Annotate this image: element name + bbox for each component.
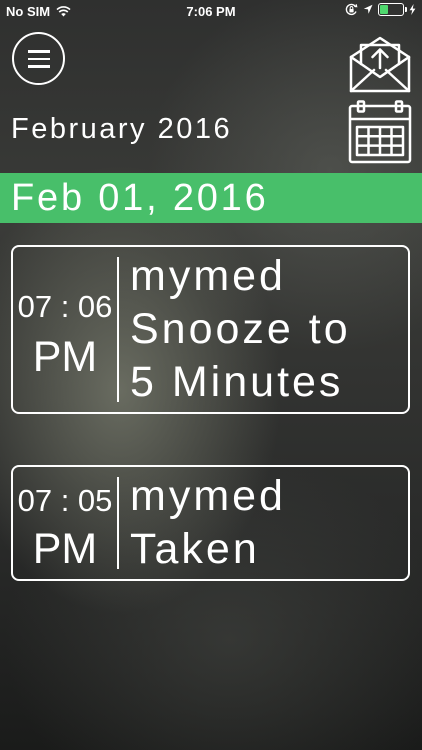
entry-medication-name: mymed	[130, 252, 286, 300]
entry-time: 07 : 06	[17, 289, 113, 324]
envelope-upload-icon[interactable]	[348, 30, 412, 94]
entry-status-line: Snooze to	[130, 305, 351, 353]
entry-divider	[117, 257, 119, 402]
entry-ampm: PM	[32, 333, 98, 381]
log-entry[interactable]: 07 : 05 PM mymed Taken	[11, 465, 410, 581]
charging-bolt-icon	[409, 4, 416, 15]
status-right	[345, 3, 416, 16]
entry-status-line: Taken	[130, 525, 260, 573]
menu-button[interactable]	[12, 32, 65, 85]
month-title: February 2016	[11, 113, 233, 145]
battery-level-fill	[380, 5, 388, 14]
entry-divider	[117, 477, 119, 569]
entry-medication-name: mymed	[130, 472, 286, 520]
date-banner: Feb 01, 2016	[0, 173, 422, 223]
entry-ampm: PM	[32, 525, 98, 573]
entry-time: 07 : 05	[17, 483, 113, 518]
orientation-lock-icon	[345, 3, 358, 16]
log-entry[interactable]: 07 : 06 PM mymed Snooze to 5 Minutes	[11, 245, 410, 414]
location-arrow-icon	[363, 4, 373, 14]
date-banner-text: Feb 01, 2016	[11, 177, 269, 219]
entry-status-line: 5 Minutes	[130, 358, 344, 406]
status-bar: No SIM 7:06 PM	[0, 0, 422, 22]
calendar-icon[interactable]	[348, 100, 412, 164]
battery-icon	[378, 3, 407, 16]
